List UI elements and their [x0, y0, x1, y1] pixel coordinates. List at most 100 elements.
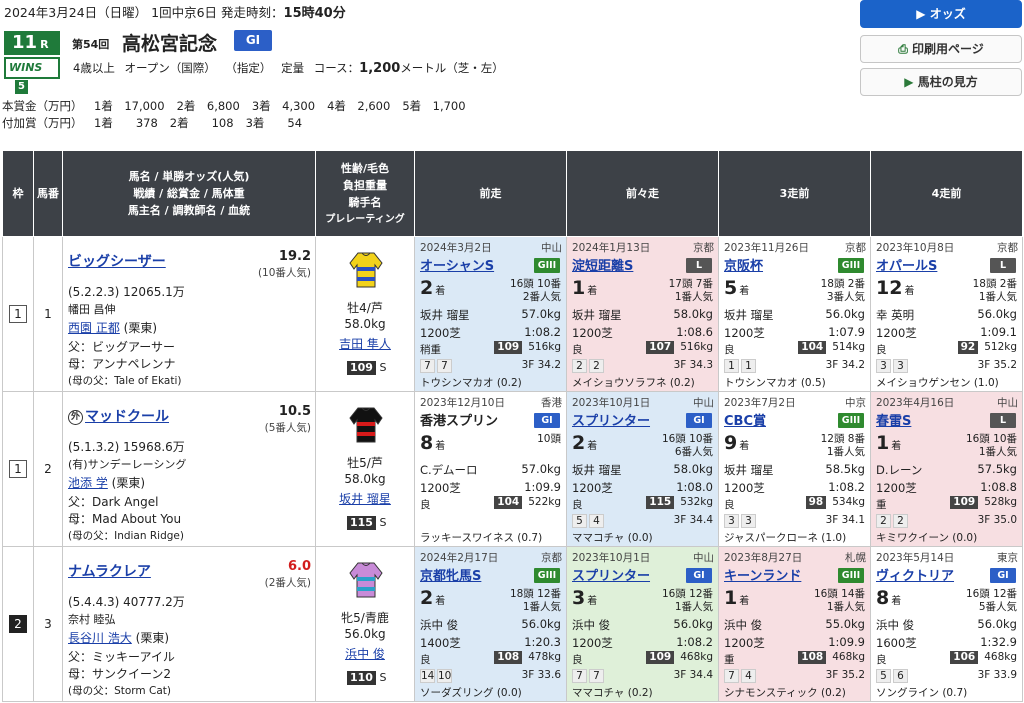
past-race-distance: 1600芝 — [876, 636, 917, 650]
horse-info-cell: ビッグシーザー 19.2 (10番人気) (5.2.2.3) 12065.1万 … — [62, 236, 316, 392]
past-race-condition: 良 — [724, 499, 735, 511]
past-race-distance: 1200芝 — [572, 326, 613, 340]
past-race-winner: ジャスパークローネ (1.0) — [724, 532, 847, 544]
horse-name-link[interactable]: 外マッドクール — [68, 406, 169, 426]
past-race-positions: 74 — [724, 669, 758, 683]
umaban-cell: 2 — [33, 391, 63, 547]
past-race-weight: 56.0kg — [977, 307, 1017, 321]
record-prize: (5.2.2.3) 12065.1万 — [68, 285, 185, 299]
prize-main: 本賞金（万円） 1着 17,000 2着 6,800 3着 4,300 4着 2,600… — [2, 99, 466, 113]
past-race-bodyweight: 98 534kg — [805, 496, 865, 509]
past-race-name-link[interactable]: ヴィクトリア — [876, 565, 954, 584]
past-race-cell: 2024年3月2日 中山 オーシャンS GIII 2着 16頭 10番 2番人気 … — [414, 236, 567, 392]
past-race-jockey: 浜中 俊 — [876, 618, 915, 632]
past-race-condition: 良 — [420, 499, 431, 511]
owner: (有)サンデーレーシング — [68, 458, 187, 471]
past-race-date: 2023年10月1日 — [572, 552, 651, 564]
past-race-date: 2023年11月26日 — [724, 242, 809, 254]
past-race-name-link[interactable]: CBC賞 — [724, 410, 766, 429]
past-race-weight: 56.0kg — [521, 617, 561, 631]
past-race-weight: 56.0kg — [673, 617, 713, 631]
past-race-last3f: 3F 34.2 — [825, 359, 865, 371]
past-race-cell: 2023年7月2日 中京 CBC賞 GIII 9着 12頭 8番 1番人気 坂井 … — [718, 391, 871, 547]
record-prize: (5.1.3.2) 15968.6万 — [68, 440, 185, 454]
past-race-condition: 良 — [876, 344, 887, 356]
past-race-jockey: D.レーン — [876, 463, 923, 477]
past-race-place: 2着 — [420, 277, 446, 299]
jockey-link[interactable]: 浜中 俊 — [345, 647, 385, 661]
past-race-venue: 京都 — [997, 242, 1018, 254]
past-race-winner: ママコチャ (0.2) — [572, 687, 653, 699]
past-race-name-link[interactable]: 春雷S — [876, 410, 911, 429]
past-race-positions: 77 — [420, 359, 454, 373]
past-race-venue: 京都 — [693, 242, 714, 254]
past-race-bodyweight: 107 516kg — [646, 341, 713, 354]
past-race-weight: 57.0kg — [521, 307, 561, 321]
umaban-cell: 3 — [33, 546, 63, 702]
damsire: (母の父：Storm Cat) — [68, 685, 171, 697]
past-race-time: 1:08.2 — [524, 325, 561, 339]
past-race-place: 12 着 — [876, 277, 915, 299]
carried-weight: 56.0kg — [344, 627, 386, 641]
past-race-time: 1:08.2 — [676, 635, 713, 649]
past-race-positions: 56 — [876, 669, 910, 683]
past-race-venue: 香港 — [541, 397, 562, 409]
past-race-place: 1着 — [724, 587, 750, 609]
past-race-field: 16頭 12番 1番人気 — [661, 588, 713, 613]
past-race-place: 5着 — [724, 277, 750, 299]
guide-button[interactable]: ▶ 馬柱の見方 — [860, 68, 1022, 96]
past-race-name-link[interactable]: 京都牝馬S — [420, 565, 481, 584]
past-race-distance: 1400芝 — [420, 636, 461, 650]
past-race-name-link[interactable]: キーンランド — [724, 565, 801, 584]
horse-name-link[interactable]: ビッグシーザー — [68, 251, 166, 271]
past-race-field: 18頭 12番 1番人気 — [509, 588, 561, 613]
past-race-bodyweight: 109 516kg — [494, 341, 561, 354]
owner: 奈村 睦弘 — [68, 613, 116, 626]
col-horse: 馬名 / 単勝オッズ(人気) 戦績 / 総賞金 / 馬体重 馬主名 / 調教師名 /… — [62, 150, 316, 237]
past-race-name-link[interactable]: スプリンター — [572, 410, 650, 429]
past-race-condition: 良 — [724, 344, 735, 356]
past-race-condition: 良 — [572, 344, 583, 356]
odds-button[interactable]: ▶ オッズ — [860, 0, 1022, 28]
past-race-name-link[interactable]: オパールS — [876, 255, 937, 274]
past-race-field: 16頭 10番 1番人気 — [965, 433, 1017, 458]
horse-name-link[interactable]: ナムラクレア — [68, 561, 151, 581]
past-race-name-link[interactable]: 淀短距離S — [572, 255, 633, 274]
past-race-winner: ソングライン (0.7) — [876, 687, 968, 699]
trainer-link[interactable]: 長谷川 浩大 — [68, 631, 132, 645]
trainer-link[interactable]: 池添 学 — [68, 476, 108, 490]
carried-weight: 58.0kg — [344, 472, 386, 486]
sire: 父：Dark Angel — [68, 495, 159, 509]
past-race-name-link[interactable]: オーシャンS — [420, 255, 494, 274]
past-race-name-link: 香港スプリン — [420, 414, 499, 429]
past-race-condition: 良 — [572, 654, 583, 666]
grade-badge: GI — [234, 30, 272, 51]
trainer-link[interactable]: 西園 正都 — [68, 321, 120, 335]
jockey-link[interactable]: 吉田 隼人 — [339, 337, 391, 351]
past-race-jockey: 浜中 俊 — [724, 618, 763, 632]
col-past-4: 4走前 — [870, 150, 1023, 237]
damsire: (母の父：Tale of Ekati) — [68, 375, 182, 387]
past-race-positions: 33 — [876, 359, 910, 373]
past-race-jockey: C.デムーロ — [420, 463, 478, 477]
trainer: 西園 正都 (栗東) — [68, 321, 158, 335]
past-race-positions: 54 — [572, 514, 606, 528]
past-race-venue: 京都 — [541, 552, 562, 564]
past-race-jockey: 坂井 瑠星 — [420, 308, 470, 322]
past-race-grade: GI — [534, 413, 560, 428]
past-race-name-link[interactable]: スプリンター — [572, 565, 650, 584]
past-race-name-link[interactable]: 京阪杯 — [724, 255, 763, 274]
jockey-link[interactable]: 坂井 瑠星 — [339, 492, 391, 506]
horse-info-cell: 外マッドクール 10.5 (5番人気) (5.1.3.2) 15968.6万 (… — [62, 391, 316, 547]
past-race-venue: 中山 — [693, 397, 714, 409]
prize-item: 3着 54 — [245, 116, 303, 130]
past-race-positions: 22 — [572, 359, 606, 373]
past-race-grade: GIII — [534, 258, 560, 273]
pre-rating: 110 S — [347, 671, 386, 685]
past-race-winner: トウシンマカオ (0.5) — [724, 377, 826, 389]
prize-item: 5着 1,700 — [402, 99, 466, 113]
past-race-jockey: 浜中 俊 — [572, 618, 611, 632]
past-race-grade: GIII — [838, 568, 864, 583]
print-page-button[interactable]: ⎙ 印刷用ページ — [860, 35, 1022, 63]
win-odds: 10.5 — [278, 404, 311, 419]
